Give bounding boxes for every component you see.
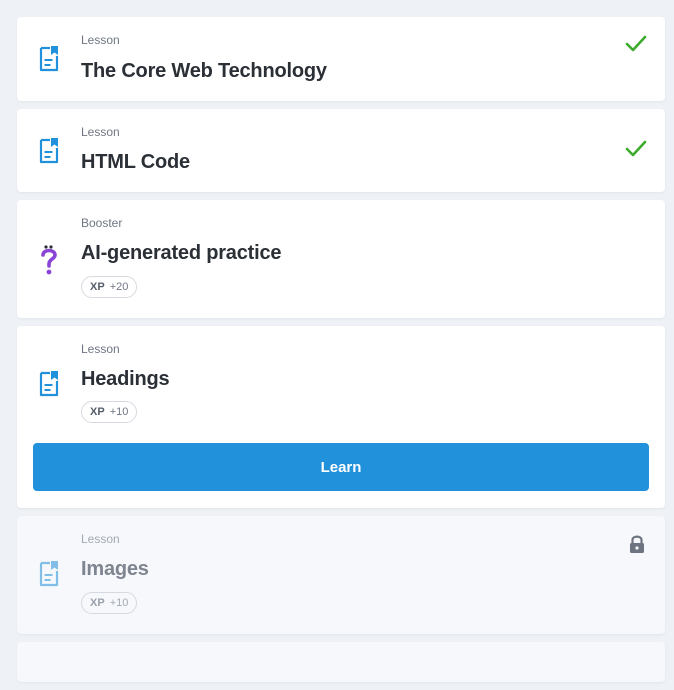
xp-badge: XP +10 — [81, 401, 138, 423]
lesson-card-core-web-technology[interactable]: Lesson The Core Web Technology — [17, 17, 665, 101]
lock-icon — [628, 534, 646, 559]
xp-value: +20 — [109, 281, 129, 293]
lesson-doc-icon — [38, 370, 60, 398]
xp-value: +10 — [109, 597, 129, 609]
lesson-card-images: Lesson Images XP +10 — [17, 516, 665, 634]
lesson-category: Lesson — [81, 33, 120, 47]
lesson-category: Lesson — [81, 342, 120, 356]
lesson-card-html-code[interactable]: Lesson HTML Code — [17, 109, 665, 192]
question-mark-icon — [39, 244, 59, 276]
learn-button[interactable]: Learn — [33, 443, 649, 491]
lesson-category: Lesson — [81, 125, 120, 139]
lesson-category: Lesson — [81, 532, 120, 546]
lesson-title: HTML Code — [81, 151, 190, 173]
lesson-title: AI-generated practice — [81, 242, 282, 264]
lesson-doc-icon — [38, 45, 60, 73]
checkmark-icon — [625, 35, 647, 58]
lesson-title: Headings — [81, 368, 170, 390]
lesson-title: Images — [81, 558, 149, 580]
xp-badge: XP +10 — [81, 592, 138, 614]
lesson-doc-icon — [38, 560, 60, 588]
lesson-card-next — [17, 642, 665, 682]
xp-label: XP — [90, 597, 105, 609]
checkmark-icon — [625, 140, 647, 163]
xp-badge: XP +20 — [81, 276, 138, 298]
xp-label: XP — [90, 406, 105, 418]
lesson-list: Lesson The Core Web Technology Lesson HT… — [17, 17, 665, 690]
lesson-doc-icon — [38, 137, 60, 165]
xp-label: XP — [90, 281, 105, 293]
xp-value: +10 — [109, 406, 129, 418]
lesson-title: The Core Web Technology — [81, 60, 327, 82]
booster-card-ai-practice[interactable]: Booster AI-generated practice XP +20 — [17, 200, 665, 318]
lesson-card-headings[interactable]: Lesson Headings XP +10 Learn — [17, 326, 665, 508]
lesson-category: Booster — [81, 216, 123, 230]
